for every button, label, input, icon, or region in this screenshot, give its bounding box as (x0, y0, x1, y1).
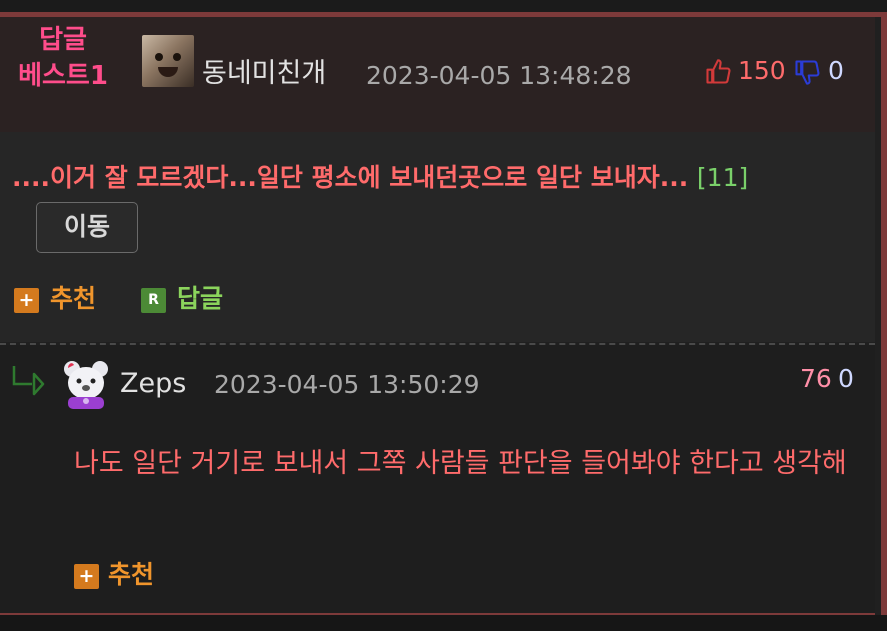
sub-reply-text: 나도 일단 거기로 보내서 그쪽 사람들 판단을 들어봐야 한다고 생각해 (74, 448, 847, 479)
best-reply-text: ....이거 잘 모르겠다...일단 평소에 보내던곳으로 일단 보내자... … (12, 158, 872, 198)
move-button[interactable]: 이동 (36, 202, 138, 253)
best-upvote-count: 150 (738, 56, 786, 85)
thumb-up-icon[interactable] (704, 58, 732, 86)
badge-line2: 베스트1 (18, 61, 108, 91)
badge-line1: 답글 (39, 25, 87, 55)
bottom-strip (0, 615, 887, 631)
top-gap (0, 0, 887, 12)
sub-reply-nickname[interactable]: Zeps (120, 364, 186, 404)
reply-arrow-icon (12, 366, 45, 396)
plus-icon[interactable]: + (14, 288, 39, 313)
avatar-eye (173, 53, 181, 61)
sub-reply-timestamp: 2023-04-05 13:50:29 (214, 370, 480, 399)
reply-r-icon[interactable]: R (141, 288, 166, 313)
recommend-button[interactable]: 추천 (108, 558, 154, 592)
plus-icon[interactable]: + (74, 564, 99, 589)
avatar[interactable] (142, 35, 194, 87)
reply-count[interactable]: [11] (697, 163, 748, 192)
avatar-eye (155, 53, 163, 61)
reply-button[interactable]: 답글 (177, 282, 223, 316)
sub-downvote-count: 0 (838, 364, 854, 393)
best-reply-timestamp: 2023-04-05 13:48:28 (366, 61, 632, 90)
recommend-button[interactable]: 추천 (50, 282, 96, 316)
avatar-mouth (158, 67, 178, 77)
thumb-down-icon[interactable] (793, 58, 821, 86)
best-reply-content: ....이거 잘 모르겠다...일단 평소에 보내던곳으로 일단 보내자... (12, 163, 689, 192)
best-downvote-count: 0 (828, 56, 844, 85)
best-reply-nickname[interactable]: 동네미친개 (202, 54, 326, 94)
avatar[interactable] (60, 357, 112, 409)
best-reply-badge: 답글 베스트1 (8, 22, 118, 94)
sub-upvote-count: 76 (800, 364, 832, 393)
